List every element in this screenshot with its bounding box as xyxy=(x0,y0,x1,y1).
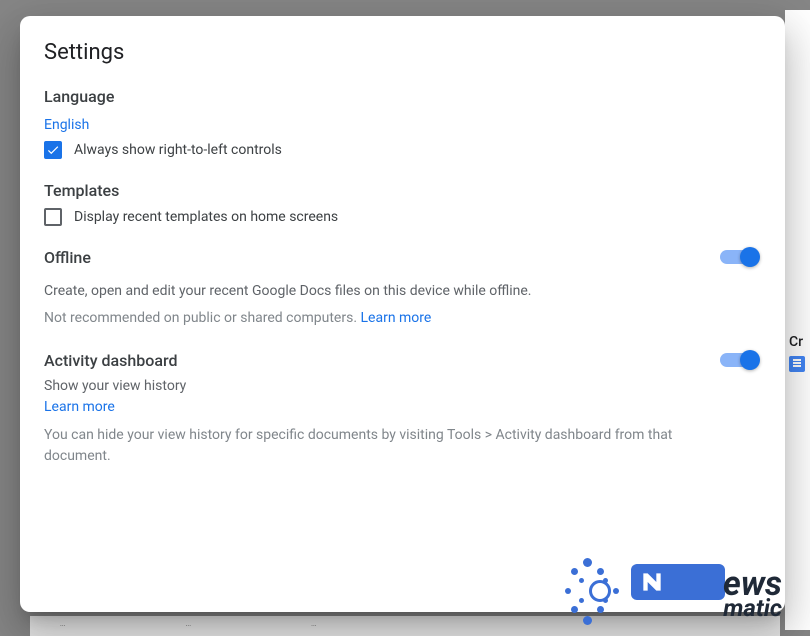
language-heading: Language xyxy=(44,87,761,106)
activity-toggle[interactable] xyxy=(720,353,757,367)
activity-footnote: You can hide your view history for speci… xyxy=(44,425,724,467)
logo-n-letter-icon xyxy=(639,569,665,595)
templates-checkbox-row: Display recent templates on home screens xyxy=(44,208,761,226)
background-sidebar-text: Cr xyxy=(789,334,806,350)
activity-section: Activity dashboard Show your view histor… xyxy=(44,351,761,467)
rtl-checkbox-row: Always show right-to-left controls xyxy=(44,141,761,159)
checkmark-icon xyxy=(46,143,60,157)
offline-section: Offline Create, open and edit your recen… xyxy=(44,248,761,329)
google-docs-icon xyxy=(789,356,805,372)
newsmatic-logo-text: ews matic xyxy=(631,564,782,620)
language-select-link[interactable]: English xyxy=(44,117,89,133)
offline-description: Create, open and edit your recent Google… xyxy=(44,281,761,302)
offline-toggle[interactable] xyxy=(720,250,757,264)
logo-n-box xyxy=(631,564,725,600)
templates-section: Templates Display recent templates on ho… xyxy=(44,181,761,226)
activity-heading: Activity dashboard xyxy=(44,351,720,370)
newsmatic-logo-graphic-icon xyxy=(561,556,623,628)
settings-dialog: Settings Language English Always show ri… xyxy=(20,16,785,612)
offline-warning-row: Not recommended on public or shared comp… xyxy=(44,308,761,329)
language-section: Language English Always show right-to-le… xyxy=(44,87,761,159)
newsmatic-logo: ews matic xyxy=(561,556,782,628)
toggle-knob-icon xyxy=(740,247,760,267)
offline-learn-more-link[interactable]: Learn more xyxy=(361,308,432,329)
logo-matic-text: matic xyxy=(631,598,782,620)
rtl-checkbox[interactable] xyxy=(44,141,62,159)
toggle-knob-icon xyxy=(740,350,760,370)
rtl-checkbox-label: Always show right-to-left controls xyxy=(74,142,282,158)
activity-subtext: Show your view history xyxy=(44,378,720,394)
background-sidebar: Cr xyxy=(785,10,810,630)
templates-checkbox-label: Display recent templates on home screens xyxy=(74,209,338,225)
activity-learn-more-link[interactable]: Learn more xyxy=(44,399,115,415)
templates-checkbox[interactable] xyxy=(44,208,62,226)
offline-warning-text: Not recommended on public or shared comp… xyxy=(44,310,357,326)
offline-heading: Offline xyxy=(44,248,720,267)
dialog-title: Settings xyxy=(44,40,761,65)
templates-heading: Templates xyxy=(44,181,761,200)
